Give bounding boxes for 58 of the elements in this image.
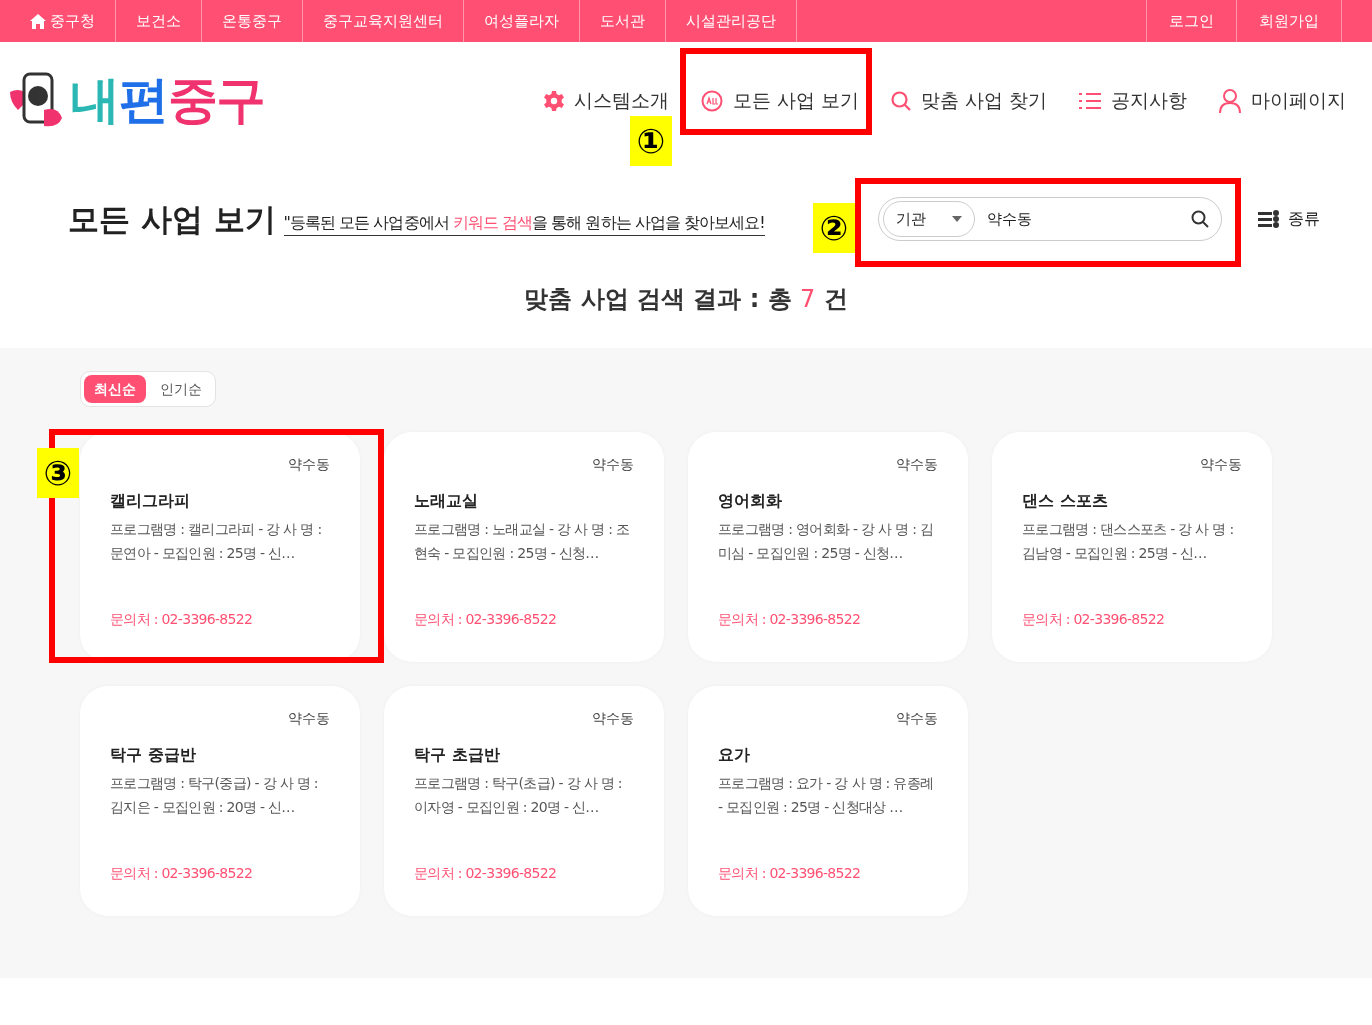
card-title: 노래교실: [414, 490, 479, 512]
contact-text: 문의처 : 02-3396-8522: [718, 610, 862, 629]
contact-text: 문의처 : 02-3396-8522: [718, 864, 862, 883]
subtitle-text: "등록된 모든 사업중에서 키워드 검색을 통해 원하는 사업을 찾아보세요!: [283, 210, 765, 236]
card-description: 프로그램명 : 영어회화 - 강 사 명 : 김미심 - 모집인원 : 25명 - 신청…: [718, 520, 935, 563]
program-card[interactable]: 약수동 탁구 중급반 프로그램명 : 탁구(중급) - 강 사 명 : 김지은 - 모집인원 : 20명 - 신… 문의처 : 02-3396-8522: [80, 686, 360, 916]
area-label: 약수동: [592, 455, 634, 474]
callout-number: ①: [630, 116, 672, 166]
sliders-icon: [1257, 210, 1280, 228]
contact-text: 문의처 : 02-3396-8522: [1022, 610, 1166, 629]
area-label: 약수동: [896, 455, 938, 474]
contact-text: 문의처 : 02-3396-8522: [110, 864, 254, 883]
area-label: 약수동: [896, 709, 938, 728]
search-field[interactable]: 기관 약수동: [877, 197, 1222, 241]
area-label: 약수동: [592, 709, 634, 728]
card-description: 프로그램명 : 탁구(중급) - 강 사 명 : 김지은 - 모집인원 : 20명 - 신…: [110, 774, 319, 817]
program-card[interactable]: 약수동 요가 프로그램명 : 요가 - 강 사 명 : 유종례 - 모집인원 : 25명 - 신청대상 … 문의처 : 02-3396-8522: [688, 686, 968, 916]
nav-link[interactable]: 마이페이지: [1219, 86, 1346, 115]
all-circle-icon: [700, 89, 723, 112]
area-label: 약수동: [288, 455, 330, 474]
card-title: 탁구 중급반: [110, 744, 197, 766]
caret-icon: [951, 216, 962, 222]
home-icon: [30, 13, 46, 29]
card-description: 프로그램명 : 탁구(초급) - 강 사 명 : 이자영 - 모집인원 : 20명 - 신…: [414, 774, 623, 817]
card-title: 영어회화: [718, 490, 783, 512]
person-icon: [1219, 88, 1241, 113]
sort-tab[interactable]: 인기순: [150, 375, 212, 403]
settings-icon: [543, 90, 564, 111]
contact-text: 문의처 : 02-3396-8522: [110, 610, 254, 629]
card-title: 댄스 스포츠: [1022, 490, 1109, 512]
program-card[interactable]: 약수동 댄스 스포츠 프로그램명 : 댄스스포츠 - 강 사 명 : 김남영 - 모집인원 : 25명 - 신… 문의처 : 02-3396-8522: [992, 432, 1272, 662]
nav-link[interactable]: 모든 사업 보기: [700, 86, 859, 115]
nav-link[interactable]: 공지사항: [1079, 86, 1187, 115]
search-icon: [890, 90, 911, 111]
logo-text[interactable]: 내편중구: [70, 74, 265, 125]
nav-link[interactable]: 시스템소개: [543, 86, 669, 115]
filter-button[interactable]: 종류: [1257, 207, 1320, 231]
card-title: 요가: [718, 744, 751, 766]
contact-text: 문의처 : 02-3396-8522: [414, 864, 558, 883]
area-label: 약수동: [288, 709, 330, 728]
callout-number: ②: [813, 203, 855, 253]
result-count-text: 맞춤 사업 검색 결과 : 총 7 건: [524, 284, 848, 313]
nav-link[interactable]: 맞춤 사업 찾기: [890, 86, 1047, 115]
card-title: 탁구 초급반: [414, 744, 501, 766]
search-icon[interactable]: [1190, 210, 1209, 228]
page-title: 모든 사업 보기: [68, 199, 276, 239]
card-description: 프로그램명 : 요가 - 강 사 명 : 유종례 - 모집인원 : 25명 - 신청대상 …: [718, 774, 935, 817]
contact-text: 문의처 : 02-3396-8522: [414, 610, 558, 629]
card-description: 프로그램명 : 노래교실 - 강 사 명 : 조현숙 - 모집인원 : 25명 - 신청…: [414, 520, 631, 563]
callout-number: ③: [37, 448, 79, 498]
area-label: 약수동: [1200, 455, 1242, 474]
card-description: 프로그램명 : 캘리그라피 - 강 사 명 : 문연아 - 모집인원 : 25명 - 신…: [110, 520, 323, 563]
card-title: 캘리그라피: [110, 490, 191, 512]
program-card[interactable]: 약수동 노래교실 프로그램명 : 노래교실 - 강 사 명 : 조현숙 - 모집인원 : 25명 - 신청… 문의처 : 02-3396-8522: [384, 432, 664, 662]
program-card[interactable]: 약수동 영어회화 프로그램명 : 영어회화 - 강 사 명 : 김미심 - 모집인원 : 25명 - 신청… 문의처 : 02-3396-8522: [688, 432, 968, 662]
card-description: 프로그램명 : 댄스스포츠 - 강 사 명 : 김남영 - 모집인원 : 25명 - 신…: [1022, 520, 1235, 563]
list-icon: [1079, 91, 1101, 110]
program-card[interactable]: 약수동 탁구 초급반 프로그램명 : 탁구(초급) - 강 사 명 : 이자영 - 모집인원 : 20명 - 신… 문의처 : 02-3396-8522: [384, 686, 664, 916]
